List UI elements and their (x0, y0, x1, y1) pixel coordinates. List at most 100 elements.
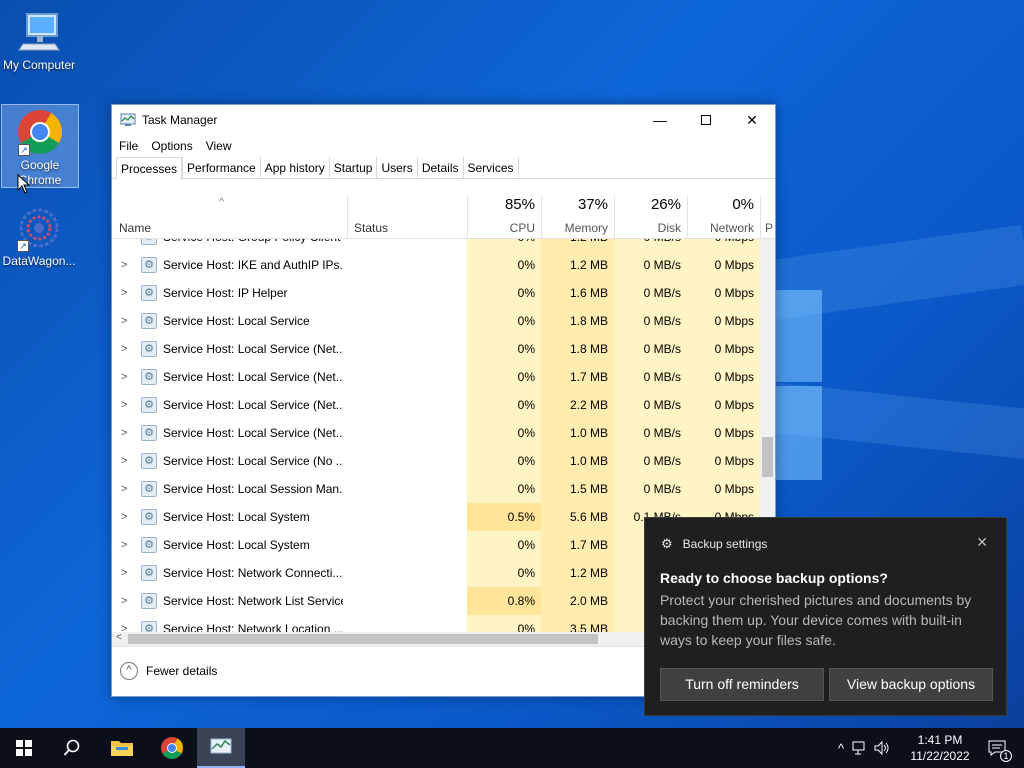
taskbar-clock[interactable]: 1:41 PM 11/22/2022 (905, 732, 975, 764)
horizontal-scroll-thumb[interactable] (128, 634, 598, 644)
scroll-left-arrow-icon[interactable]: < (116, 632, 122, 643)
desktop-icon-my-computer[interactable]: My Computer (0, 8, 78, 72)
tab-app-history[interactable]: App history (259, 157, 329, 179)
expand-chevron-icon[interactable]: > (121, 315, 127, 327)
cpu-percent: 85% (504, 196, 535, 213)
menu-bar: File Options View (112, 135, 775, 157)
chrome-icon: ↗ (16, 108, 64, 156)
expand-chevron-icon[interactable]: > (121, 567, 127, 579)
tab-strip: Processes Performance App history Startu… (112, 157, 775, 180)
network-percent: 0% (732, 196, 754, 213)
table-row[interactable]: > ⚙ Service Host: Local Service (Net... 0% 1… (112, 419, 760, 447)
cpu-cell: 0% (467, 279, 541, 307)
taskbar: ^ 1:41 PM 11/22/2022 1 (0, 728, 1024, 768)
tab-services[interactable]: Services (462, 157, 519, 179)
table-row[interactable]: > ⚙ Service Host: Local Service (No ... 0% 1… (112, 447, 760, 475)
backup-notification[interactable]: ⚙ Backup settings ✕ Ready to choose back… (644, 517, 1007, 716)
menu-options[interactable]: Options (151, 139, 192, 153)
fewer-details-button[interactable]: ^ Fewer details (120, 662, 217, 680)
maximize-button[interactable] (683, 105, 729, 135)
column-memory[interactable]: 37% Memory (541, 196, 614, 239)
network-cell: 0 Mbps (687, 251, 760, 279)
minimize-button[interactable]: — (637, 105, 683, 135)
service-gear-icon: ⚙ (141, 369, 157, 385)
table-row[interactable]: > ⚙ Service Host: Local Service (Net... 0% 2… (112, 391, 760, 419)
table-row[interactable]: > ⚙ Service Host: Local Service (Net... 0% 1… (112, 363, 760, 391)
disk-cell: 0 MB/s (614, 447, 687, 475)
process-name: Service Host: Local Service (No ... (163, 454, 343, 468)
memory-cell: 1.0 MB (541, 419, 614, 447)
show-hidden-icons-chevron-icon[interactable]: ^ (838, 741, 844, 756)
menu-view[interactable]: View (206, 139, 232, 153)
column-status[interactable]: Status (347, 196, 467, 239)
table-row[interactable]: > ⚙ Service Host: Local Service 0% 1.8 MB 0 M… (112, 307, 760, 335)
notification-count: 1 (1000, 750, 1012, 762)
desktop-icon-label: My Computer (2, 58, 76, 72)
network-icon[interactable] (852, 741, 868, 755)
expand-chevron-icon[interactable]: > (121, 511, 127, 523)
vertical-scroll-thumb[interactable] (762, 437, 773, 477)
expand-chevron-icon[interactable]: > (121, 539, 127, 551)
expand-chevron-icon[interactable]: > (121, 259, 127, 271)
taskbar-file-explorer[interactable] (98, 728, 146, 768)
title-bar[interactable]: Task Manager — ✕ (112, 105, 775, 135)
tab-users[interactable]: Users (376, 157, 416, 179)
close-button[interactable]: ✕ (729, 105, 775, 135)
table-row[interactable]: > ⚙ Service Host: Group Policy Client 0%1.2… (112, 239, 760, 251)
cpu-cell: 0.8% (467, 587, 541, 615)
table-row[interactable]: > ⚙ Service Host: IKE and AuthIP IPs... 0% 1… (112, 251, 760, 279)
column-power[interactable]: P (760, 196, 775, 239)
expand-chevron-icon[interactable]: > (121, 343, 127, 355)
expand-chevron-icon[interactable]: > (121, 399, 127, 411)
table-row[interactable]: > ⚙ Service Host: IP Helper 0% 1.6 MB 0 MB/s 0… (112, 279, 760, 307)
taskbar-task-manager[interactable] (197, 728, 245, 768)
expand-chevron-icon[interactable]: > (121, 427, 127, 439)
network-cell: 0 Mbps (687, 239, 760, 251)
expand-chevron-icon[interactable]: > (121, 483, 127, 495)
expand-chevron-icon[interactable]: > (121, 287, 127, 299)
tab-processes[interactable]: Processes (116, 157, 183, 180)
search-button[interactable] (48, 728, 96, 768)
expand-chevron-icon[interactable]: > (121, 371, 127, 383)
start-button[interactable] (0, 728, 48, 768)
desktop-icon-google-chrome[interactable]: ↗ Google Chrome (1, 104, 79, 188)
expand-chevron-icon[interactable]: > (121, 595, 127, 607)
clock-time: 1:41 PM (917, 733, 963, 747)
expand-chevron-icon[interactable]: > (121, 623, 127, 632)
table-row[interactable]: > ⚙ Service Host: Local Service (Net... 0% 1… (112, 335, 760, 363)
column-disk[interactable]: 26% Disk (614, 196, 687, 239)
tab-performance[interactable]: Performance (182, 157, 260, 179)
tab-startup[interactable]: Startup (328, 157, 377, 179)
service-gear-icon: ⚙ (141, 341, 157, 357)
column-name[interactable]: Name (119, 196, 347, 239)
process-name: Service Host: Local Service (Net... (163, 342, 343, 356)
volume-icon[interactable] (874, 741, 890, 755)
fewer-details-label: Fewer details (146, 664, 218, 678)
tab-details[interactable]: Details (416, 157, 463, 179)
process-name: Service Host: Local System (163, 510, 310, 524)
process-name: Service Host: Network List Service (163, 594, 343, 608)
cpu-cell: 0.5% (467, 503, 541, 531)
desktop-icon-datawagon[interactable]: ↗ DataWagon... (0, 204, 78, 268)
turn-off-reminders-button[interactable]: Turn off reminders (660, 668, 824, 701)
memory-cell: 1.8 MB (541, 307, 614, 335)
process-name: Service Host: IP Helper (163, 286, 288, 300)
taskbar-chrome[interactable] (148, 728, 196, 768)
table-row[interactable]: > ⚙ Service Host: Local Session Man... 0% 1.… (112, 475, 760, 503)
service-gear-icon: ⚙ (141, 481, 157, 497)
view-backup-options-button[interactable]: View backup options (829, 668, 993, 701)
action-center-button[interactable]: 1 (982, 728, 1012, 768)
cpu-cell: 0% (467, 559, 541, 587)
notification-close-button[interactable]: ✕ (976, 534, 988, 551)
expand-chevron-icon[interactable]: > (121, 239, 127, 243)
menu-file[interactable]: File (119, 139, 138, 153)
memory-cell: 3.5 MB (541, 615, 614, 632)
expand-chevron-icon[interactable]: > (121, 455, 127, 467)
column-network[interactable]: 0% Network (687, 196, 760, 239)
memory-cell: 1.7 MB (541, 531, 614, 559)
service-gear-icon: ⚙ (141, 313, 157, 329)
service-gear-icon: ⚙ (141, 621, 157, 632)
cpu-cell: 0% (467, 475, 541, 503)
column-cpu[interactable]: 85% CPU (467, 196, 541, 239)
cpu-cell: 0% (467, 239, 541, 251)
